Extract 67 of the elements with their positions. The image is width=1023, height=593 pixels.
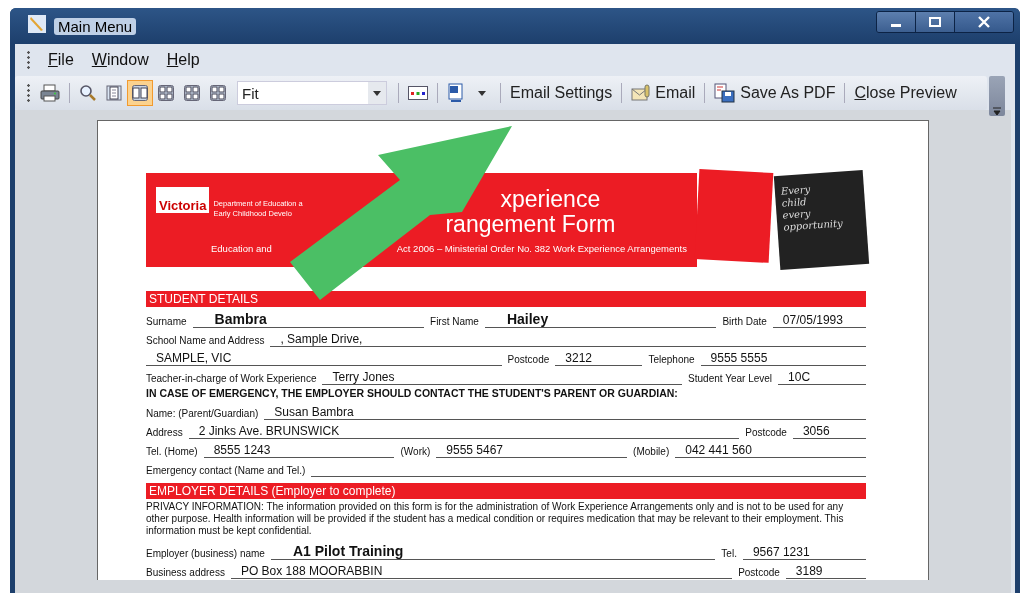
email-button[interactable]: Email [627, 80, 700, 106]
menu-item[interactable]: Help [166, 51, 200, 69]
field-label: Birth Date [722, 316, 767, 328]
section-heading: STUDENT DETAILS [146, 291, 866, 307]
field-label: Student Year Level [688, 373, 773, 385]
close-icon [978, 16, 990, 28]
field-label: Emergency contact (Name and Tel.) [146, 465, 306, 477]
fill-in-line: Terry Jones [322, 370, 683, 385]
field-label: (Mobile) [633, 446, 670, 458]
fill-in-line: PO Box 188 MOORABBIN [230, 564, 733, 579]
save-icon [714, 83, 737, 103]
field-label: Business address [146, 567, 225, 579]
form-subtitle: Act 2006 – Ministerial Order No. 382 Work Experience Arrangements [396, 243, 687, 254]
field-label: Employer (business) name [146, 548, 265, 560]
form-subtitle: Education and [211, 243, 272, 254]
field-label: First Name [430, 316, 479, 328]
field-label: Teacher-in-charge of Work Experience [146, 373, 317, 385]
fill-in-line: 042 441 560 [675, 443, 866, 458]
victoria-logo: Victoria [156, 187, 210, 213]
save-pdf-button[interactable]: Save As PDF [710, 80, 840, 106]
fill-in-line: 3212 [555, 351, 643, 366]
envelope-icon [631, 84, 652, 102]
page-view-icon[interactable] [127, 80, 153, 106]
form-title: xperience rangement Form [445, 187, 616, 237]
field-label: Surname [146, 316, 187, 328]
field-label: Tel. [721, 548, 737, 560]
fill-in-line: Bambra [192, 311, 425, 328]
fill-in-line: 2 Jinks Ave. BRUNSWICK [188, 424, 740, 439]
fill-in-line: 9555 5555 [700, 351, 866, 366]
field-label: Address [146, 427, 183, 439]
minimize-button[interactable] [877, 12, 916, 32]
section-heading: EMPLOYER DETAILS (Employer to complete) [146, 483, 866, 499]
menu-item[interactable]: File [48, 51, 74, 69]
maximize-icon [929, 17, 941, 27]
privacy-note: PRIVACY INFORMATION: The information provided on this form is for the administration of Work Experience Arrangements only and is not to be used for any other purpose. Health information will be provided if the student has a medical condition or requires medication that may be relevant to their employment. This information must be kept confidential. [146, 501, 845, 537]
fill-in-line: 3189 [785, 564, 866, 579]
field-label: Postcode [507, 354, 550, 366]
fill-in-line: Susan Bambra [264, 405, 866, 420]
fill-in-line: SAMPLE, VIC [146, 351, 502, 366]
email-settings-button[interactable]: Email Settings [506, 80, 617, 106]
fill-in-line: 3056 [792, 424, 866, 439]
close-preview-button[interactable]: Close Preview [850, 80, 961, 106]
caret-icon[interactable] [373, 90, 381, 96]
zoom-dropdown[interactable]: Fit [237, 81, 387, 105]
minimize-icon [891, 24, 901, 27]
field-label: Name: (Parent/Guardian) [146, 408, 259, 420]
fill-in-line: 8555 1243 [203, 443, 395, 458]
close-button[interactable] [955, 12, 1013, 32]
maximize-button[interactable] [916, 12, 955, 32]
fill-in-line: A1 Pilot Training [270, 543, 716, 560]
fill-in-line: 07/05/1993 [772, 313, 866, 328]
fill-in-line: 10C [778, 370, 866, 385]
field-label: Postcode [738, 567, 780, 579]
field-label: Telephone [648, 354, 695, 366]
fill-in-line: 9567 1231 [742, 545, 866, 560]
fill-in-line: Hailey [484, 311, 717, 328]
slogan: Every child every opportunity [773, 170, 870, 270]
fill-in-line: 9555 5467 [436, 443, 628, 458]
fill-in-line: , Sample Drive, [270, 332, 866, 347]
field-label: School Name and Address [146, 335, 265, 347]
field-label: Postcode [745, 427, 787, 439]
field-label: Tel. (Home) [146, 446, 198, 458]
field-label: (Work) [400, 446, 431, 458]
overflow-icon[interactable] [989, 76, 1005, 116]
window-title: Main Menu [54, 17, 137, 35]
menu-item[interactable]: Window [91, 51, 149, 69]
instruction-text: IN CASE OF EMERGENCY, THE EMPLOYER SHOULD CONTACT THE STUDENT'S PARENT OR GUARDIAN: [146, 387, 679, 399]
